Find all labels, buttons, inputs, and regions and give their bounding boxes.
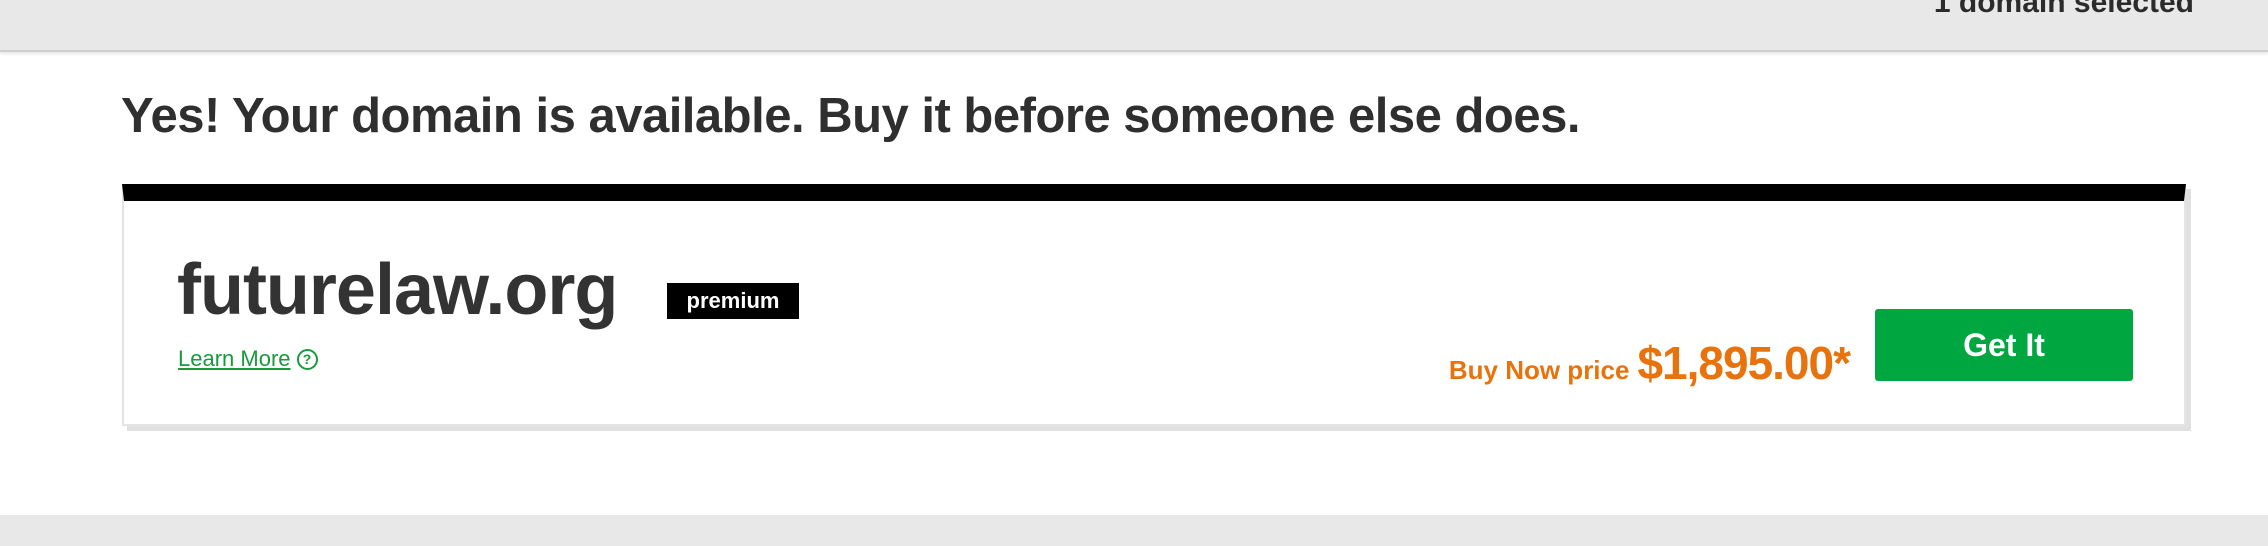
price-area: Buy Now price $1,895.00* (1448, 336, 1851, 390)
price-value: $1,895.00* (1637, 337, 1851, 389)
learn-more-label[interactable]: Learn More (178, 346, 291, 372)
learn-more-link[interactable]: Learn More ? (178, 346, 318, 372)
bottom-bar (0, 515, 2268, 546)
premium-badge: premium (667, 283, 799, 319)
availability-headline: Yes! Your domain is available. Buy it be… (121, 89, 1580, 143)
domains-selected-count[interactable]: 1 domain selected (1934, 0, 2194, 20)
top-bar: 1 domain selected (0, 0, 2268, 52)
get-it-button[interactable]: Get It (1875, 309, 2133, 381)
question-circle-icon[interactable]: ? (296, 348, 318, 370)
domain-name: futurelaw.org (177, 250, 618, 330)
domain-result-card: futurelaw.org premium Learn More ? Buy N… (122, 184, 2186, 426)
buy-now-price-label: Buy Now price (1448, 355, 1630, 385)
